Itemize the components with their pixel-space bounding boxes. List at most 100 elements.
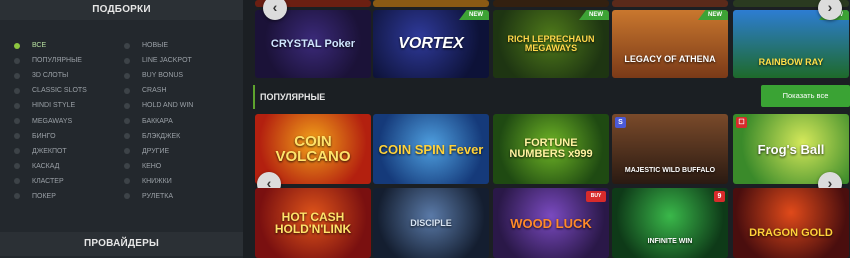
- category-item[interactable]: MEGAWAYS: [12, 113, 122, 128]
- game-tile-partial-3[interactable]: [493, 0, 609, 7]
- category-item[interactable]: НОВЫЕ: [122, 38, 232, 53]
- category-item[interactable]: КАСКАД: [12, 159, 122, 174]
- game-tile-partial-4[interactable]: [612, 0, 728, 7]
- category-label: ПОКЕР: [32, 192, 56, 200]
- game-title: LEGACY OF ATHENA: [624, 53, 716, 64]
- category-item[interactable]: РУЛЕТКА: [122, 189, 232, 204]
- radio-dot-icon: [14, 163, 20, 170]
- game-tile-crystal-poker[interactable]: CRYSTAL Poker: [255, 10, 371, 78]
- category-label: ДЖЕКПОТ: [32, 147, 67, 155]
- category-item[interactable]: HINDI STYLE: [12, 98, 122, 113]
- category-label: БИНГО: [32, 132, 56, 140]
- radio-dot-icon: [124, 72, 130, 79]
- category-item[interactable]: CRASH: [122, 83, 232, 98]
- game-title: WOOD LUCK: [510, 215, 592, 231]
- category-item[interactable]: КНИЖКИ: [122, 174, 232, 189]
- category-label: КАСКАД: [32, 162, 60, 170]
- radio-dot-icon: [14, 133, 20, 140]
- radio-dot-icon: [14, 72, 20, 79]
- new-badge: NEW: [579, 10, 609, 20]
- category-item[interactable]: HOLD AND WIN: [122, 98, 232, 113]
- category-label: ПОПУЛЯРНЫЕ: [32, 57, 82, 65]
- game-tile-rich-leprechaun[interactable]: RICH LEPRECHAUN MEGAWAYS NEW: [493, 10, 609, 78]
- radio-dot-icon: [14, 178, 20, 185]
- radio-dot-icon: [14, 148, 20, 155]
- radio-dot-icon: [14, 42, 20, 49]
- game-tile-partial-2[interactable]: [373, 0, 489, 7]
- provider-badge: S: [615, 117, 626, 128]
- game-title: MAJESTIC WILD BUFFALO: [624, 166, 716, 174]
- radio-dot-icon: [124, 118, 130, 125]
- game-tile-fortune-numbers[interactable]: FORTUNE NUMBERS x999: [493, 114, 609, 184]
- radio-dot-icon: [124, 193, 130, 200]
- sidebar: ПОДБОРКИ ВСЕ НОВЫЕ ПОПУЛЯРНЫЕ LINE JACKPOT 3…: [0, 0, 243, 258]
- risk-buy-tag: BUY: [586, 191, 606, 202]
- game-title: RAINBOW RAY: [758, 56, 824, 67]
- category-item[interactable]: КЛАСТЕР: [12, 174, 122, 189]
- page: ПОДБОРКИ ВСЕ НОВЫЕ ПОПУЛЯРНЫЕ LINE JACKPOT 3…: [0, 0, 850, 258]
- category-item[interactable]: ПОПУЛЯРНЫЕ: [12, 53, 122, 68]
- category-item[interactable]: CLASSIC SLOTS: [12, 83, 122, 98]
- collections-header: ПОДБОРКИ: [0, 0, 243, 20]
- game-tile-majestic-wild-buffalo[interactable]: MAJESTIC WILD BUFFALO S: [612, 114, 728, 184]
- category-label: БАККАРА: [142, 117, 173, 125]
- game-title: FORTUNE NUMBERS x999: [509, 137, 593, 160]
- category-item[interactable]: LINE JACKPOT: [122, 53, 232, 68]
- category-label: HINDI STYLE: [32, 102, 76, 110]
- category-item[interactable]: БЛЭКДЖЕК: [122, 129, 232, 144]
- game-title: DISCIPLE: [410, 217, 452, 228]
- show-all-button[interactable]: Показать все: [761, 85, 850, 107]
- category-item[interactable]: ДЖЕКПОТ: [12, 144, 122, 159]
- radio-dot-icon: [124, 102, 130, 109]
- game-tile-legacy-of-athena[interactable]: LEGACY OF ATHENA NEW: [612, 10, 728, 78]
- game-tile-wood-luck[interactable]: WOOD LUCK BUY: [493, 188, 609, 258]
- category-label: 3D СЛОТЫ: [32, 72, 69, 80]
- game-tile-vortex[interactable]: VORTEX NEW: [373, 10, 489, 78]
- providers-header[interactable]: ПРОВАЙДЕРЫ: [0, 232, 243, 256]
- radio-dot-icon: [124, 87, 130, 94]
- game-title: COIN SPIN Fever: [378, 141, 484, 157]
- category-item[interactable]: ВСЕ: [12, 38, 122, 53]
- category-list: ВСЕ НОВЫЕ ПОПУЛЯРНЫЕ LINE JACKPOT 3D СЛОТЫ BU…: [12, 38, 232, 204]
- game-title: VORTEX: [398, 35, 464, 52]
- provider-badge-red: ☐: [736, 117, 747, 128]
- game-tile-hot-cash[interactable]: HOT CASH HOLD'N'LINK: [255, 188, 371, 258]
- game-title: HOT CASH HOLD'N'LINK: [274, 210, 352, 236]
- game-tile-disciple[interactable]: DISCIPLE: [373, 188, 489, 258]
- category-item[interactable]: ДРУГИЕ: [122, 144, 232, 159]
- radio-dot-icon: [124, 133, 130, 140]
- game-tile-coin-spin-fever[interactable]: COIN SPIN Fever: [373, 114, 489, 184]
- game-title: COIN VOLCANO: [275, 133, 351, 165]
- category-label: КНИЖКИ: [142, 177, 172, 185]
- game-tile-rainbow-ray[interactable]: RAINBOW RAY NEW: [733, 10, 849, 78]
- category-label: CRASH: [142, 87, 167, 95]
- section-accent: [253, 85, 255, 109]
- new-badge: NEW: [459, 10, 489, 20]
- category-item[interactable]: BUY BONUS: [122, 68, 232, 83]
- category-label: НОВЫЕ: [142, 42, 169, 50]
- game-tile-dragon-gold[interactable]: DRAGON GOLD: [733, 188, 849, 258]
- game-tile-infinite-win[interactable]: INFINITE WIN 9: [612, 188, 728, 258]
- radio-dot-icon: [124, 178, 130, 185]
- popular-title: ПОПУЛЯРНЫЕ: [260, 92, 326, 102]
- category-label: КЛАСТЕР: [32, 177, 64, 185]
- category-label: КЕНО: [142, 162, 162, 170]
- radio-dot-icon: [14, 118, 20, 125]
- category-item[interactable]: БАККАРА: [122, 113, 232, 128]
- radio-dot-icon: [124, 163, 130, 170]
- category-item[interactable]: КЕНО: [122, 159, 232, 174]
- category-label: CLASSIC SLOTS: [32, 87, 87, 95]
- game-title: Frog's Ball: [757, 141, 825, 157]
- game-title: RICH LEPRECHAUN MEGAWAYS: [507, 34, 595, 53]
- radio-dot-icon: [14, 102, 20, 109]
- category-item[interactable]: БИНГО: [12, 129, 122, 144]
- game-title: CRYSTAL Poker: [270, 37, 356, 50]
- game-title: DRAGON GOLD: [749, 226, 833, 239]
- popular-section-header: ПОПУЛЯРНЫЕ Показать все: [253, 85, 850, 109]
- category-label: HOLD AND WIN: [142, 102, 194, 110]
- category-item[interactable]: ПОКЕР: [12, 189, 122, 204]
- category-item[interactable]: 3D СЛОТЫ: [12, 68, 122, 83]
- category-label: LINE JACKPOT: [142, 57, 192, 65]
- radio-dot-icon: [14, 57, 20, 64]
- radio-dot-icon: [14, 87, 20, 94]
